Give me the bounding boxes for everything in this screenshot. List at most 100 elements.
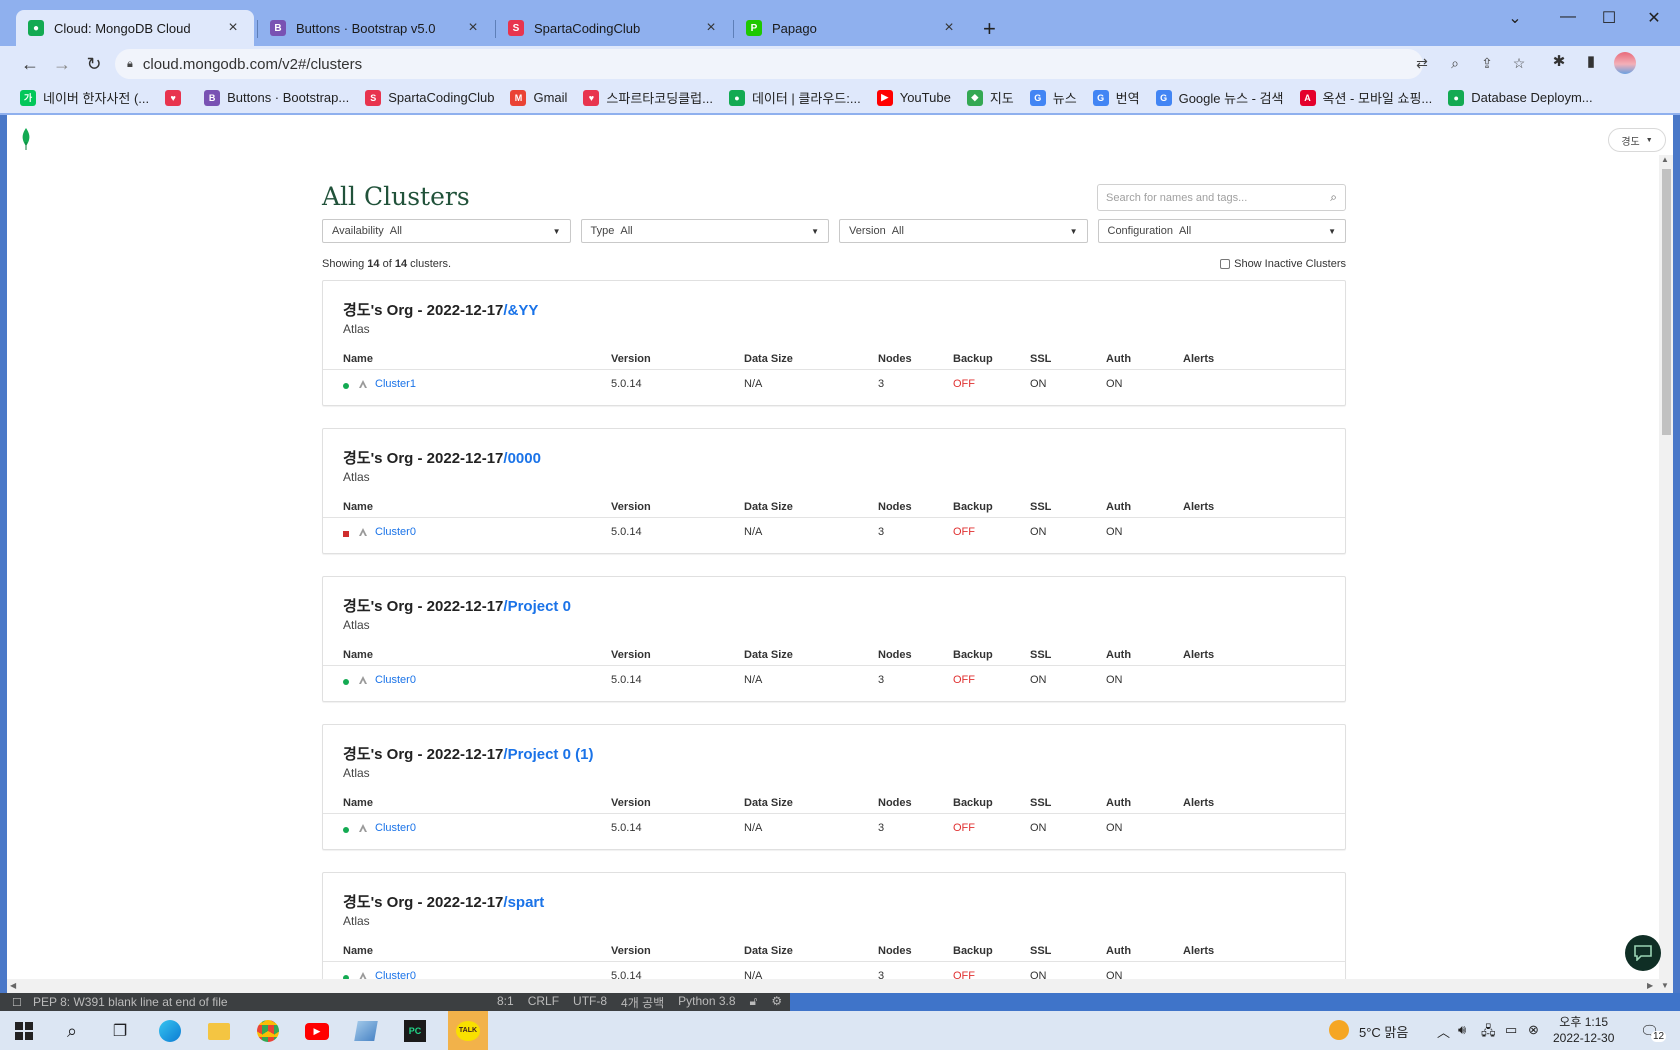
close-tab-icon[interactable]: × [702,19,720,37]
indent-setting[interactable]: 4개 공백 [621,994,664,1011]
search-box[interactable]: ⌕ [1097,184,1346,211]
scroll-up-icon[interactable]: ▲ [1661,155,1669,164]
close-tab-icon[interactable]: × [464,19,482,37]
maximize-icon[interactable]: ☐ [1594,8,1624,28]
bookmark-item[interactable]: ♥ 스파르타코딩클럽... [583,88,713,107]
vertical-scrollbar[interactable]: ▲ ▼ [1659,155,1673,993]
windows-start-icon[interactable] [11,1018,37,1044]
org-name[interactable]: 경도's Org - 2022-12-17 [343,746,503,763]
bookmark-item[interactable]: G Google 뉴스 - 검색 [1155,88,1284,107]
bookmark-item[interactable]: B Buttons · Bootstrap... [204,89,349,106]
scroll-left-icon[interactable]: ◀ [10,981,16,990]
bookmark-item[interactable]: ▶ YouTube [876,89,951,106]
tab-bootstrap[interactable]: B Buttons · Bootstrap v5.0 × [258,10,494,46]
task-view-icon[interactable]: ❐ [107,1018,133,1044]
back-icon[interactable]: ← [18,52,42,76]
close-window-icon[interactable]: ✕ [1639,8,1669,28]
settings-icon[interactable]: ⚙ [771,994,782,1011]
bookmark-item[interactable]: S SpartaCodingClub [365,89,494,106]
cluster-name-link[interactable]: Cluster1 [375,378,416,390]
zoom-icon[interactable]: ⌕ [1445,55,1465,72]
mongodb-leaf-icon[interactable] [20,128,32,150]
search-icon[interactable]: ⌕ [1330,190,1337,205]
user-menu[interactable]: 경도 ▼ [1608,128,1666,152]
panel-toggle-icon[interactable]: ☐ [12,996,22,1009]
project-link[interactable]: /0000 [503,450,541,467]
minimize-icon[interactable]: — [1553,8,1583,26]
scroll-right-icon[interactable]: ▶ [1647,981,1653,990]
weather-icon[interactable] [1329,1020,1349,1040]
show-inactive-toggle[interactable]: Show Inactive Clusters [1220,258,1346,270]
new-tab-icon[interactable]: + [983,16,996,42]
line-separator[interactable]: CRLF [528,994,559,1011]
scroll-down-icon[interactable]: ▼ [1661,981,1669,990]
chevron-up-icon[interactable]: ︿ [1437,1022,1450,1041]
project-link[interactable]: /spart [503,894,544,911]
filter-availability[interactable]: Availability All ▼ [322,219,571,243]
org-name[interactable]: 경도's Org - 2022-12-17 [343,302,503,319]
file-encoding[interactable]: UTF-8 [573,994,607,1011]
org-name[interactable]: 경도's Org - 2022-12-17 [343,894,503,911]
tab-papago[interactable]: P Papago × [734,10,970,46]
profile-avatar[interactable] [1614,52,1636,74]
cluster-name-link[interactable]: Cluster0 [375,526,416,538]
caret-position[interactable]: 8:1 [497,994,514,1011]
deployment-type: Atlas [343,618,370,632]
forward-icon[interactable]: → [50,52,74,76]
bookmark-item[interactable]: ● Database Deploym... [1448,89,1593,106]
system-clock[interactable]: 오후 1:15 2022-12-30 [1553,1014,1614,1046]
bookmark-star-icon[interactable]: ☆ [1509,55,1529,72]
edge-icon[interactable] [157,1018,183,1044]
bookmark-item[interactable]: A 옥션 - 모바일 쇼핑... [1299,88,1432,107]
unlock-icon[interactable]: 🔓︎ [750,994,758,1011]
pycharm-icon[interactable]: PC [402,1018,428,1044]
battery-icon[interactable]: ▭ [1505,1022,1517,1038]
org-name[interactable]: 경도's Org - 2022-12-17 [343,598,503,615]
close-tab-icon[interactable]: × [224,19,242,37]
bookmark-item[interactable]: G 뉴스 [1029,88,1077,107]
tab-search-icon[interactable]: ⌄ [1500,8,1530,28]
notes-app-icon[interactable] [353,1018,379,1044]
side-panel-icon[interactable]: ▮ [1580,52,1602,70]
kakaotalk-icon[interactable]: TALK [448,1011,488,1050]
python-interpreter[interactable]: Python 3.8 [678,994,735,1011]
chrome-icon[interactable] [255,1018,281,1044]
share-icon[interactable]: ⇪ [1477,55,1497,72]
bookmark-item[interactable]: ◆ 지도 [966,88,1014,107]
weather-text[interactable]: 5°C 맑음 [1359,1022,1408,1041]
reload-icon[interactable]: ↻ [82,52,106,76]
search-input[interactable] [1106,191,1331,204]
filter-type[interactable]: Type All ▼ [580,219,829,243]
ime-icon[interactable]: ⊗ [1528,1022,1539,1038]
tab-mongodb-cloud[interactable]: ● Cloud: MongoDB Cloud × [16,10,254,46]
org-name[interactable]: 경도's Org - 2022-12-17 [343,450,503,467]
filter-configuration[interactable]: Configuration All ▼ [1097,219,1346,243]
horizontal-scrollbar[interactable]: ◀ ▶ [7,979,1659,993]
close-tab-icon[interactable]: × [940,19,958,37]
address-bar[interactable]: 🔒︎ cloud.mongodb.com/v2#/clusters [115,49,1423,79]
network-icon[interactable]: 🖧 [1481,1022,1496,1044]
extensions-icon[interactable]: ✱ [1548,52,1570,70]
chat-support-icon[interactable] [1625,935,1661,971]
volume-icon[interactable]: 🔊︎ [1458,1022,1466,1038]
bookmark-item[interactable]: ● 데이터 | 클라우드:... [728,88,861,107]
inspection-message[interactable]: PEP 8: W391 blank line at end of file [33,995,228,1009]
project-link[interactable]: /Project 0 (1) [503,746,593,763]
search-icon[interactable]: ⌕ [59,1018,85,1044]
project-link[interactable]: /Project 0 [503,598,571,615]
bookmark-item[interactable]: 가 네이버 한자사전 (... [20,88,149,107]
cluster-name-link[interactable]: Cluster0 [375,674,416,686]
scrollbar-thumb[interactable] [1662,169,1671,435]
table-header: Name Version Data Size Nodes Backup SSL Auth Al… [323,646,1345,666]
translate-icon[interactable]: ⇄ [1412,55,1432,72]
project-link[interactable]: /&YY [503,302,538,319]
cluster-name-link[interactable]: Cluster0 [375,822,416,834]
bookmark-item[interactable]: G 번역 [1092,88,1140,107]
youtube-icon[interactable]: ▶ [304,1018,330,1044]
tab-sparta[interactable]: S SpartaCodingClub × [496,10,732,46]
show-inactive-checkbox[interactable] [1220,259,1231,269]
file-explorer-icon[interactable] [206,1018,232,1044]
filter-version[interactable]: Version All ▼ [839,219,1088,243]
bookmark-item[interactable]: ♥ [165,89,188,106]
bookmark-item[interactable]: M Gmail [510,89,567,106]
